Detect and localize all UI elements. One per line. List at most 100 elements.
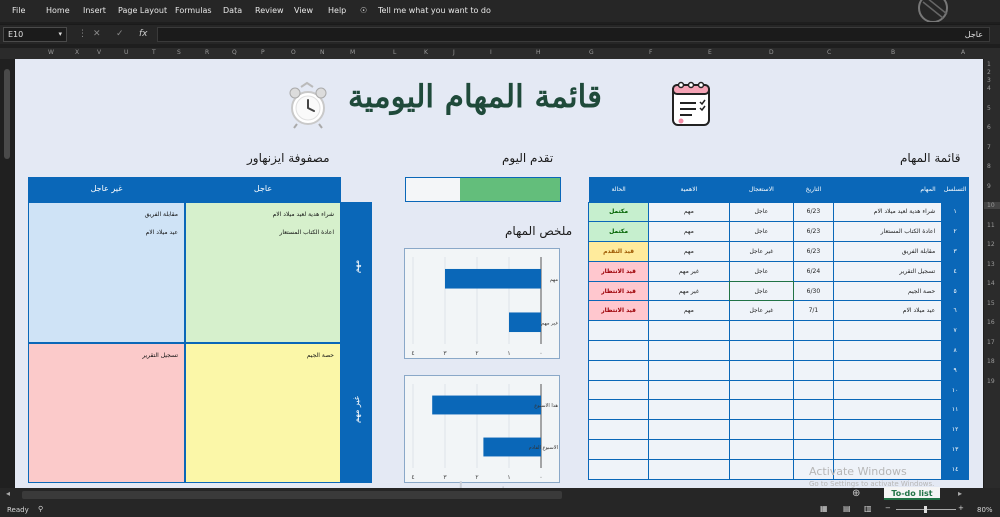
summary-chart-importance[interactable]: ٠ ١ ٢ ٣ ٤ مهم غير مهم [404,248,560,359]
column-header[interactable]: J [453,49,455,56]
task-name-cell[interactable] [832,320,943,342]
menu-home[interactable]: Home [46,6,70,15]
scroll-thumb[interactable] [4,69,10,159]
quadrant-urgent-not-important[interactable]: حصة الجيم [185,343,341,483]
column-header[interactable]: G [589,49,594,56]
task-urgency-cell[interactable] [728,320,795,342]
quadrant-not-urgent-important[interactable]: مقابلة الفريق عيد ميلاد الام [28,202,185,343]
task-status-cell[interactable] [587,340,650,361]
column-header[interactable]: P [261,49,265,56]
task-name-cell[interactable] [832,419,943,441]
vertical-scrollbar[interactable] [0,59,14,488]
row-header[interactable]: 14 [987,280,995,287]
formula-input[interactable]: عاجل [157,27,990,42]
row-header[interactable]: 13 [987,261,995,268]
column-header[interactable]: T [152,49,156,56]
task-importance-cell[interactable] [648,458,730,480]
task-seq-cell[interactable]: ١٠ [941,379,969,401]
row-header[interactable]: 18 [987,358,995,365]
task-urgency-cell[interactable] [728,419,795,441]
normal-view-icon[interactable]: ▦ [820,504,828,513]
scroll-left-icon[interactable]: ◂ [6,489,10,498]
task-importance-cell[interactable]: مهم [648,221,730,243]
zoom-out-icon[interactable]: − [885,504,891,512]
header-seq[interactable]: التسلسل [941,177,969,202]
task-name-cell[interactable] [832,379,943,401]
task-date-cell[interactable] [793,359,834,381]
task-seq-cell[interactable]: ٥ [941,280,969,302]
header-importance[interactable]: الاهمية [648,177,730,202]
accessibility-icon[interactable]: ⚲ [38,505,43,513]
task-status-cell[interactable]: قيد الانتظار [587,280,650,302]
task-status-cell[interactable] [587,419,650,441]
task-date-cell[interactable]: 6/23 [793,201,834,223]
column-header[interactable]: B [891,49,895,56]
row-header[interactable]: 10 [984,202,1000,209]
scroll-right-icon[interactable]: ▸ [958,489,962,498]
menu-view[interactable]: View [294,6,313,15]
page-break-view-icon[interactable]: ▥ [864,504,872,513]
task-name-cell[interactable]: تسجيل التقرير [832,260,943,282]
chevron-down-icon[interactable]: ▾ [58,30,62,38]
column-header[interactable]: C [827,49,831,56]
task-seq-cell[interactable]: ٣ [941,241,969,262]
task-name-cell[interactable]: عيد ميلاد الام [832,300,943,322]
header-urgency[interactable]: الاستعجال [729,177,794,202]
task-name-cell[interactable]: مقابلة الفريق [832,241,943,262]
row-header[interactable]: 2 [987,69,991,76]
task-status-cell[interactable]: مكتمل [587,201,650,223]
task-urgency-cell[interactable]: عاجل [728,260,795,282]
menu-data[interactable]: Data [223,6,242,15]
task-urgency-cell[interactable] [728,340,795,361]
quadrant-not-urgent-not-important[interactable]: تسجيل التقرير [28,343,185,483]
tell-me-search[interactable]: Tell me what you want to do [378,6,491,15]
task-date-cell[interactable]: 6/24 [793,260,834,282]
task-urgency-cell[interactable] [728,458,795,480]
task-date-cell[interactable] [793,419,834,441]
bar[interactable] [445,268,541,289]
menu-file[interactable]: File [12,6,25,15]
row-header[interactable]: 5 [987,105,991,112]
menu-page-layout[interactable]: Page Layout [118,6,167,15]
menu-review[interactable]: Review [255,6,284,15]
task-seq-cell[interactable]: ٤ [941,260,969,282]
task-status-cell[interactable]: قيد الانتظار [587,260,650,282]
task-importance-cell[interactable] [648,340,730,361]
task-urgency-cell[interactable] [728,399,795,421]
row-header[interactable]: 11 [987,222,995,229]
column-header[interactable]: H [536,49,541,56]
task-seq-cell[interactable]: ٨ [941,340,969,361]
task-urgency-cell[interactable]: عاجل [728,201,795,223]
task-name-cell[interactable] [832,359,943,381]
task-name-cell[interactable]: شراء هدية لعيد ميلاد الام [832,201,943,223]
function-icon[interactable]: fx [139,29,148,39]
column-header[interactable]: L [393,49,396,56]
bar[interactable] [509,312,541,333]
task-urgency-cell[interactable]: عاجل [728,280,795,302]
task-status-cell[interactable] [587,379,650,401]
quadrant-urgent-important[interactable]: شراء هدية لعيد ميلاد الام اعادة الكتاب ال… [185,202,341,343]
task-seq-cell[interactable]: ٦ [941,300,969,322]
zoom-in-icon[interactable]: + [958,504,964,512]
task-name-cell[interactable]: حصة الجيم [832,280,943,302]
menu-help[interactable]: Help [328,6,346,15]
task-urgency-cell[interactable]: عاجل [728,221,795,243]
task-status-cell[interactable] [587,439,650,460]
task-importance-cell[interactable] [648,419,730,441]
column-header[interactable]: V [97,49,101,56]
row-header[interactable]: 17 [987,339,995,346]
bar[interactable] [432,395,541,415]
task-importance-cell[interactable]: مهم [648,201,730,223]
task-importance-cell[interactable] [648,379,730,401]
task-seq-cell[interactable]: ٢ [941,221,969,243]
task-importance-cell[interactable] [648,439,730,460]
task-urgency-cell[interactable] [728,439,795,460]
task-date-cell[interactable] [793,439,834,460]
task-seq-cell[interactable]: ٧ [941,320,969,342]
menu-formulas[interactable]: Formulas [175,6,212,15]
task-importance-cell[interactable] [648,359,730,381]
row-header[interactable]: 15 [987,300,995,307]
row-header[interactable]: 12 [987,241,995,248]
row-header[interactable]: 4 [987,85,991,92]
worksheet[interactable]: قائمة المهام اليومية قائمة المهام تقدم ا… [15,59,983,488]
